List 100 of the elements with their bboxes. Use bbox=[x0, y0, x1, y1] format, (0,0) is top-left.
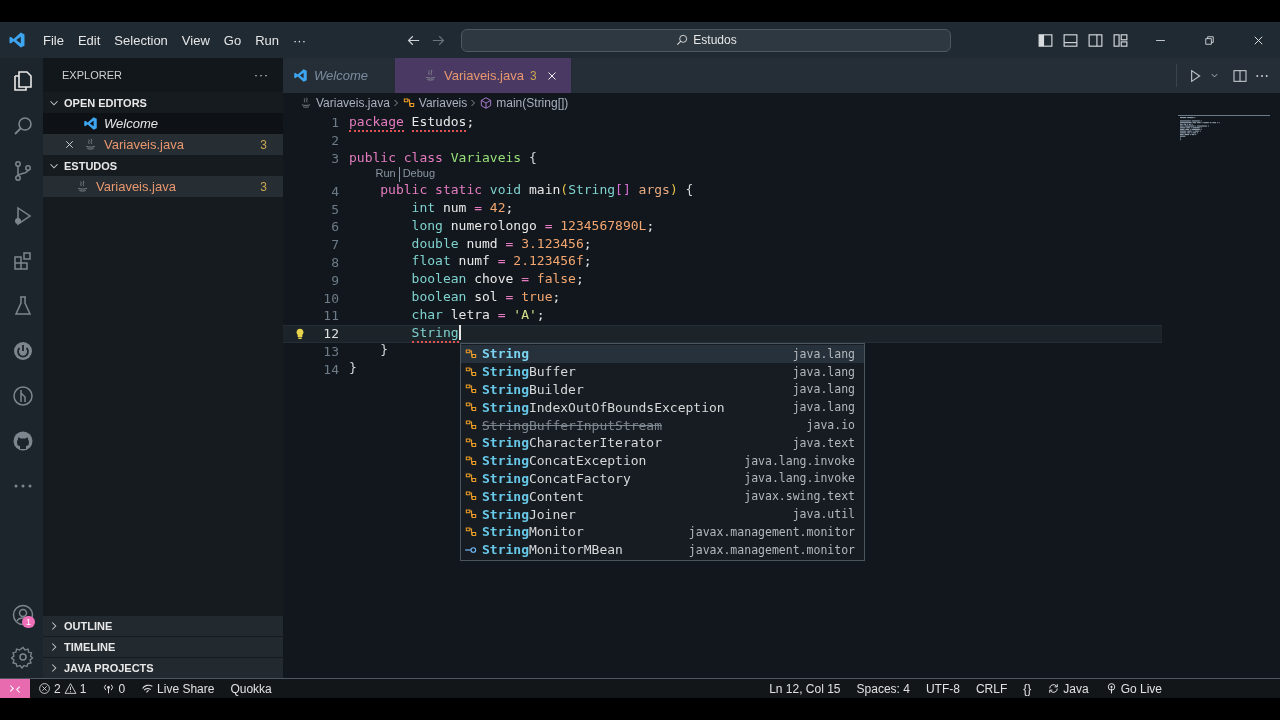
editor-tab[interactable]: Variaveis.java 3 bbox=[395, 58, 571, 93]
line-number: 13 bbox=[322, 343, 339, 359]
breadcrumb-item[interactable]: Variaveis.java bbox=[299, 96, 390, 110]
code-token: args bbox=[638, 182, 670, 200]
suggestion-item[interactable]: StringConcatException java.lang.invoke bbox=[461, 451, 864, 470]
close-icon[interactable] bbox=[63, 138, 76, 151]
suggestion-item[interactable]: StringBuffer java.lang bbox=[461, 362, 864, 381]
code-token: numd bbox=[466, 235, 498, 253]
status-item[interactable]: Ln 12, Col 15 bbox=[761, 681, 849, 696]
code-token: = bbox=[497, 253, 506, 271]
code-token: { bbox=[529, 149, 537, 167]
layout-icon[interactable] bbox=[1112, 31, 1129, 49]
line-number: 4 bbox=[330, 183, 339, 199]
editor-tab[interactable]: Welcome bbox=[283, 58, 395, 93]
suggestion-item[interactable]: String java.lang bbox=[461, 345, 864, 363]
menu-item[interactable]: File bbox=[36, 30, 71, 50]
code-token: numerolongo bbox=[450, 217, 537, 235]
warning-icon bbox=[63, 682, 77, 695]
section-header[interactable]: ESTUDOS bbox=[43, 155, 283, 176]
status-item[interactable]: UTF-8 bbox=[917, 681, 968, 696]
suggestion-item[interactable]: StringContent javax.swing.text bbox=[461, 487, 864, 506]
code-token: double bbox=[411, 235, 459, 253]
code-token: false bbox=[536, 271, 576, 289]
sidebar-toggle-icon[interactable] bbox=[1037, 31, 1054, 49]
cube-icon bbox=[479, 96, 494, 110]
java-file-icon bbox=[75, 179, 90, 194]
explorer-entry[interactable]: Variaveis.java 3 bbox=[43, 134, 283, 155]
line-number: 12 bbox=[322, 326, 339, 342]
section-header[interactable]: OUTLINE bbox=[43, 615, 283, 636]
code-token: ; bbox=[583, 235, 592, 253]
status-item[interactable]: Quokka bbox=[222, 681, 280, 696]
panel-toggle-icon[interactable] bbox=[1062, 31, 1079, 49]
menu-item[interactable]: Selection bbox=[107, 30, 175, 50]
suggestion-item[interactable]: StringIndexOutOfBoundsException java.lang bbox=[461, 398, 864, 417]
menu-item[interactable]: ··· bbox=[286, 30, 313, 50]
code-token: boolean bbox=[411, 289, 467, 307]
section-header[interactable]: TIMELINE bbox=[43, 636, 283, 657]
graph-icon[interactable] bbox=[10, 383, 35, 408]
breadcrumb-item[interactable]: Variaveis bbox=[401, 96, 468, 110]
status-item[interactable]: 2 1 bbox=[30, 681, 95, 696]
split-editor-icon[interactable] bbox=[1232, 67, 1248, 84]
code-token: = bbox=[497, 306, 506, 324]
code-token: = bbox=[505, 235, 514, 253]
code-token: ) bbox=[669, 182, 678, 200]
notification-badge: 1 bbox=[22, 616, 35, 628]
line-number: 14 bbox=[322, 361, 339, 377]
menu-item[interactable]: View bbox=[174, 30, 217, 50]
status-item[interactable]: {} bbox=[1015, 681, 1040, 696]
code-token: num bbox=[442, 200, 467, 218]
code-token: true bbox=[521, 289, 553, 307]
suggestion-item[interactable]: StringConcatFactory java.lang.invoke bbox=[461, 469, 864, 488]
status-item[interactable]: 0 bbox=[94, 681, 134, 696]
line-number: 6 bbox=[330, 219, 339, 235]
suggestion-item[interactable]: StringBuilder java.lang bbox=[461, 380, 864, 399]
line-number: 8 bbox=[330, 254, 339, 270]
text-cursor bbox=[458, 324, 461, 340]
code-token: ; bbox=[466, 113, 475, 131]
live-share-icon bbox=[141, 682, 155, 695]
code-token: public class bbox=[349, 149, 443, 167]
code-token: package bbox=[349, 113, 404, 132]
status-item[interactable]: CRLF bbox=[967, 681, 1016, 696]
code-token: Variaveis bbox=[450, 149, 522, 167]
menu-item[interactable]: Go bbox=[216, 30, 249, 50]
class-icon bbox=[464, 435, 478, 450]
suggestion-item[interactable]: StringMonitor javax.management.monitor bbox=[461, 522, 864, 541]
line-number: 11 bbox=[322, 308, 339, 324]
line-number: 7 bbox=[330, 237, 339, 253]
section-header[interactable]: OPEN EDITORS bbox=[43, 92, 283, 113]
entry-label: Variaveis.java bbox=[104, 137, 185, 152]
explorer-entry[interactable]: Welcome bbox=[43, 113, 283, 134]
line-number: 10 bbox=[322, 290, 339, 306]
codelens-link[interactable]: Run bbox=[375, 167, 396, 183]
code-token: String bbox=[568, 182, 616, 200]
suggestion-item[interactable]: StringCharacterIterator java.text bbox=[461, 434, 864, 452]
secondary-sidebar-icon[interactable] bbox=[1087, 31, 1104, 49]
status-item[interactable]: Go Live bbox=[1096, 681, 1170, 696]
vscode-logo-icon bbox=[8, 31, 26, 49]
codelens-link[interactable]: Debug bbox=[398, 167, 436, 183]
code-token: 2.123456f bbox=[513, 253, 584, 271]
more-actions-button[interactable]: ··· bbox=[254, 68, 269, 82]
breadcrumb-item[interactable]: main(String[]) bbox=[479, 96, 569, 110]
minimap-drawing[interactable] bbox=[1178, 115, 1270, 141]
explorer-entry[interactable]: Variaveis.java 3 bbox=[43, 176, 283, 197]
menu-item[interactable]: Run bbox=[248, 30, 286, 50]
status-item[interactable]: Spaces: 4 bbox=[848, 681, 918, 696]
settings-icon[interactable] bbox=[10, 645, 35, 669]
suggestion-item[interactable]: StringJoiner java.util bbox=[461, 505, 864, 523]
status-item[interactable]: Live Share bbox=[133, 681, 223, 696]
line-number: 2 bbox=[330, 133, 339, 149]
section-header[interactable]: JAVA PROJECTS bbox=[43, 657, 283, 678]
code-token: 42 bbox=[489, 200, 506, 218]
status-item[interactable]: Java bbox=[1039, 681, 1097, 696]
command-center-search[interactable]: Estudos bbox=[461, 28, 951, 52]
line-number: 9 bbox=[330, 272, 339, 288]
menu-item[interactable]: Edit bbox=[70, 30, 108, 50]
code-token: } bbox=[349, 360, 357, 378]
suggestion-item[interactable]: StringBufferInputStream java.io bbox=[461, 416, 864, 434]
entry-label: Welcome bbox=[104, 116, 159, 131]
code-token: 3.123456 bbox=[521, 235, 584, 253]
suggestion-item[interactable]: StringMonitorMBean javax.management.monitor bbox=[461, 540, 864, 559]
